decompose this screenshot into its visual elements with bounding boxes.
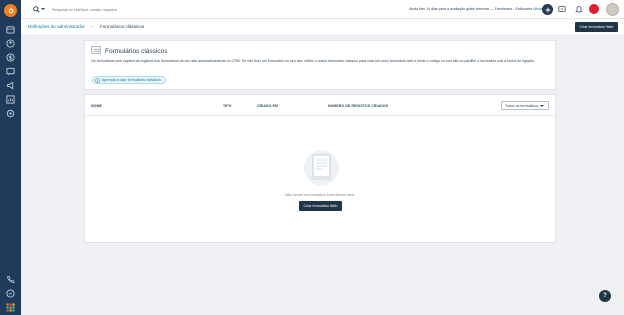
help-button[interactable]: ? [599, 290, 611, 302]
column-header-type: TIPO [223, 104, 232, 108]
empty-document-icon [304, 150, 339, 186]
marketplace-icon[interactable] [558, 5, 566, 13]
table-header: NOME ↕ TIPO CRIADO EM ↕ NÚMERO DE REGIST… [85, 95, 555, 116]
info-card: Formulários clássicos Os formulários web… [84, 40, 556, 90]
create-web-form-header-button[interactable]: Criar formulário Web [575, 22, 618, 32]
trial-activate-link[interactable]: Ativar [533, 7, 542, 11]
page-title: Formulários clássicos [105, 48, 168, 55]
megaphone-icon[interactable] [5, 80, 16, 91]
chat-icon[interactable] [5, 66, 16, 77]
chevron-down-icon [540, 105, 544, 107]
search-scope-caret-icon[interactable] [41, 8, 45, 10]
calendar-icon[interactable] [5, 24, 16, 35]
apps-grid-icon[interactable] [5, 302, 16, 313]
plus-icon [545, 7, 550, 12]
forms-table-card: NOME ↕ TIPO CRIADO EM ↕ NÚMERO DE REGIST… [84, 94, 556, 243]
global-search-input[interactable] [52, 4, 222, 15]
search-icon[interactable] [33, 6, 40, 13]
reports-icon[interactable] [5, 94, 16, 105]
forms-filter-dropdown[interactable]: Todos os formulários [501, 101, 549, 110]
trial-text: Ainda têm 14 dias para a avaliação gráti… [409, 7, 533, 11]
learn-link-label: Aprenda a usar formulários clássicos [102, 78, 161, 82]
help-circle-icon[interactable] [5, 288, 16, 299]
empty-state-message: Não foram encontrados formulários web. [284, 192, 356, 197]
left-rail [0, 0, 21, 315]
breadcrumb-separator: › [91, 24, 93, 29]
breadcrumb-current: Formulários clássicos [100, 24, 145, 29]
breadcrumb-admin-settings-link[interactable]: Definições de administrador [28, 24, 85, 29]
account-badge-icon[interactable] [589, 4, 599, 14]
settings-icon[interactable] [5, 108, 16, 119]
notifications-icon[interactable] [575, 5, 583, 13]
learn-classic-forms-link[interactable]: Aprenda a usar formulários clássicos [92, 76, 166, 84]
contacts-icon[interactable] [5, 38, 16, 49]
create-web-form-button[interactable]: Criar formulário Web [299, 201, 342, 211]
filter-value: Todos os formulários [505, 103, 539, 108]
trial-banner: Ainda têm 14 dias para a avaliação gráti… [409, 7, 542, 11]
info-circle-icon [95, 77, 100, 83]
phone-icon[interactable] [5, 274, 16, 285]
logo-icon[interactable] [4, 4, 17, 17]
column-header-records: NÚMERO DE REGISTOS CRIADOS [328, 104, 389, 108]
avatar[interactable] [606, 3, 619, 16]
create-plus-button[interactable] [542, 4, 553, 15]
dollar-icon[interactable] [5, 52, 16, 63]
column-header-name[interactable]: NOME ↕ [91, 104, 105, 108]
info-description: Os formulários web captam os registos no… [91, 59, 535, 63]
form-icon [91, 46, 101, 54]
column-header-created[interactable]: CRIADO EM ↕ [257, 104, 281, 108]
